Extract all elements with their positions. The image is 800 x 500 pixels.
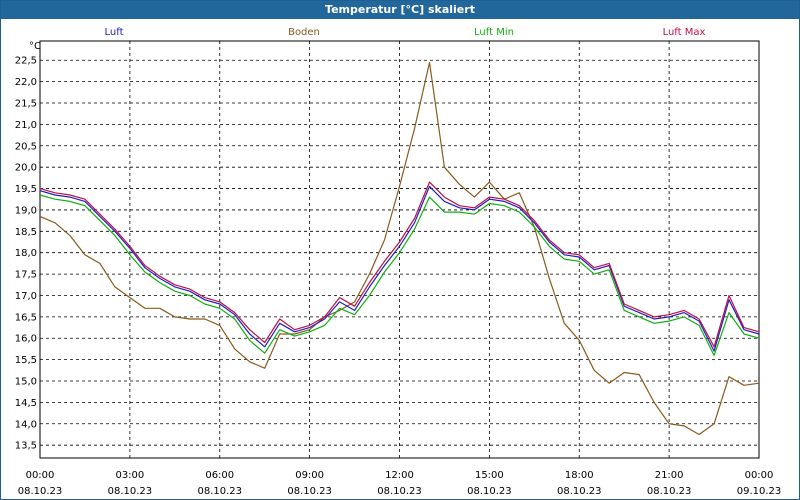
x-tick-date: 08.10.23 (108, 486, 153, 497)
x-tick-date: 08.10.23 (467, 486, 512, 497)
y-tick-label: 22,5 (15, 56, 37, 67)
y-tick-label: 20,0 (15, 163, 37, 174)
x-tick-time: 03:00 (115, 470, 144, 481)
x-tick-time: 00:00 (26, 470, 55, 481)
x-tick-date: 08.10.23 (647, 486, 692, 497)
legend-entry: Luft Min (474, 27, 514, 38)
x-tick-time: 18:00 (565, 470, 594, 481)
y-tick-label: 13,5 (15, 441, 37, 452)
x-tick-time: 00:00 (745, 470, 774, 481)
y-tick-label: 17,0 (15, 291, 37, 302)
x-tick-time: 15:00 (475, 470, 504, 481)
y-tick-label: 14,0 (15, 419, 37, 430)
y-tick-label: 17,5 (15, 270, 37, 281)
y-tick-label: 21,0 (15, 120, 37, 131)
x-tick-time: 06:00 (205, 470, 234, 481)
y-axis-unit: °C (29, 41, 41, 52)
grid-lines (40, 41, 759, 458)
y-tick-label: 19,0 (15, 205, 37, 216)
legend-entry: Luft Max (663, 27, 706, 38)
y-axis-ticks: 13,5 14,0 14,5 15,0 15,5 16,0 16,5 17,0 17,5 18,0… (15, 56, 37, 452)
y-tick-label: 16,5 (15, 312, 37, 323)
legend: Luft Boden Luft Min Luft Max (105, 27, 706, 38)
legend-entry: Luft (105, 27, 124, 38)
x-tick-time: 09:00 (295, 470, 324, 481)
y-tick-label: 22,0 (15, 77, 37, 88)
y-tick-label: 16,0 (15, 334, 37, 345)
chart-window: Temperatur [°C] skaliert °C 13,5 14,0 14,5… (0, 0, 800, 500)
x-tick-date: 08.10.23 (377, 486, 422, 497)
temperature-chart: °C 13,514,014,515,015,516,016,517,017,51… (15, 27, 782, 497)
x-axis-ticks: 00:00 08.10.23 03:00 08.10.23 06:00 08.10.23 0… (18, 470, 782, 497)
y-tick-label: 19,5 (15, 184, 37, 195)
x-tick-date: 08.10.23 (18, 486, 63, 497)
y-tick-label: 20,5 (15, 141, 37, 152)
x-tick-date: 08.10.23 (557, 486, 602, 497)
y-tick-label: 21,5 (15, 99, 37, 110)
x-tick-date: 08.10.23 (287, 486, 332, 497)
x-tick-time: 12:00 (385, 470, 414, 481)
x-tick-date: 09.10.23 (737, 486, 782, 497)
legend-entry: Boden (288, 27, 320, 38)
y-tick-label: 14,5 (15, 398, 37, 409)
x-tick-time: 21:00 (655, 470, 684, 481)
y-tick-label: 15,0 (15, 377, 37, 388)
y-tick-label: 18,0 (15, 248, 37, 259)
y-tick-label: 18,5 (15, 227, 37, 238)
y-tick-label: 15,5 (15, 355, 37, 366)
x-tick-date: 08.10.23 (197, 486, 242, 497)
